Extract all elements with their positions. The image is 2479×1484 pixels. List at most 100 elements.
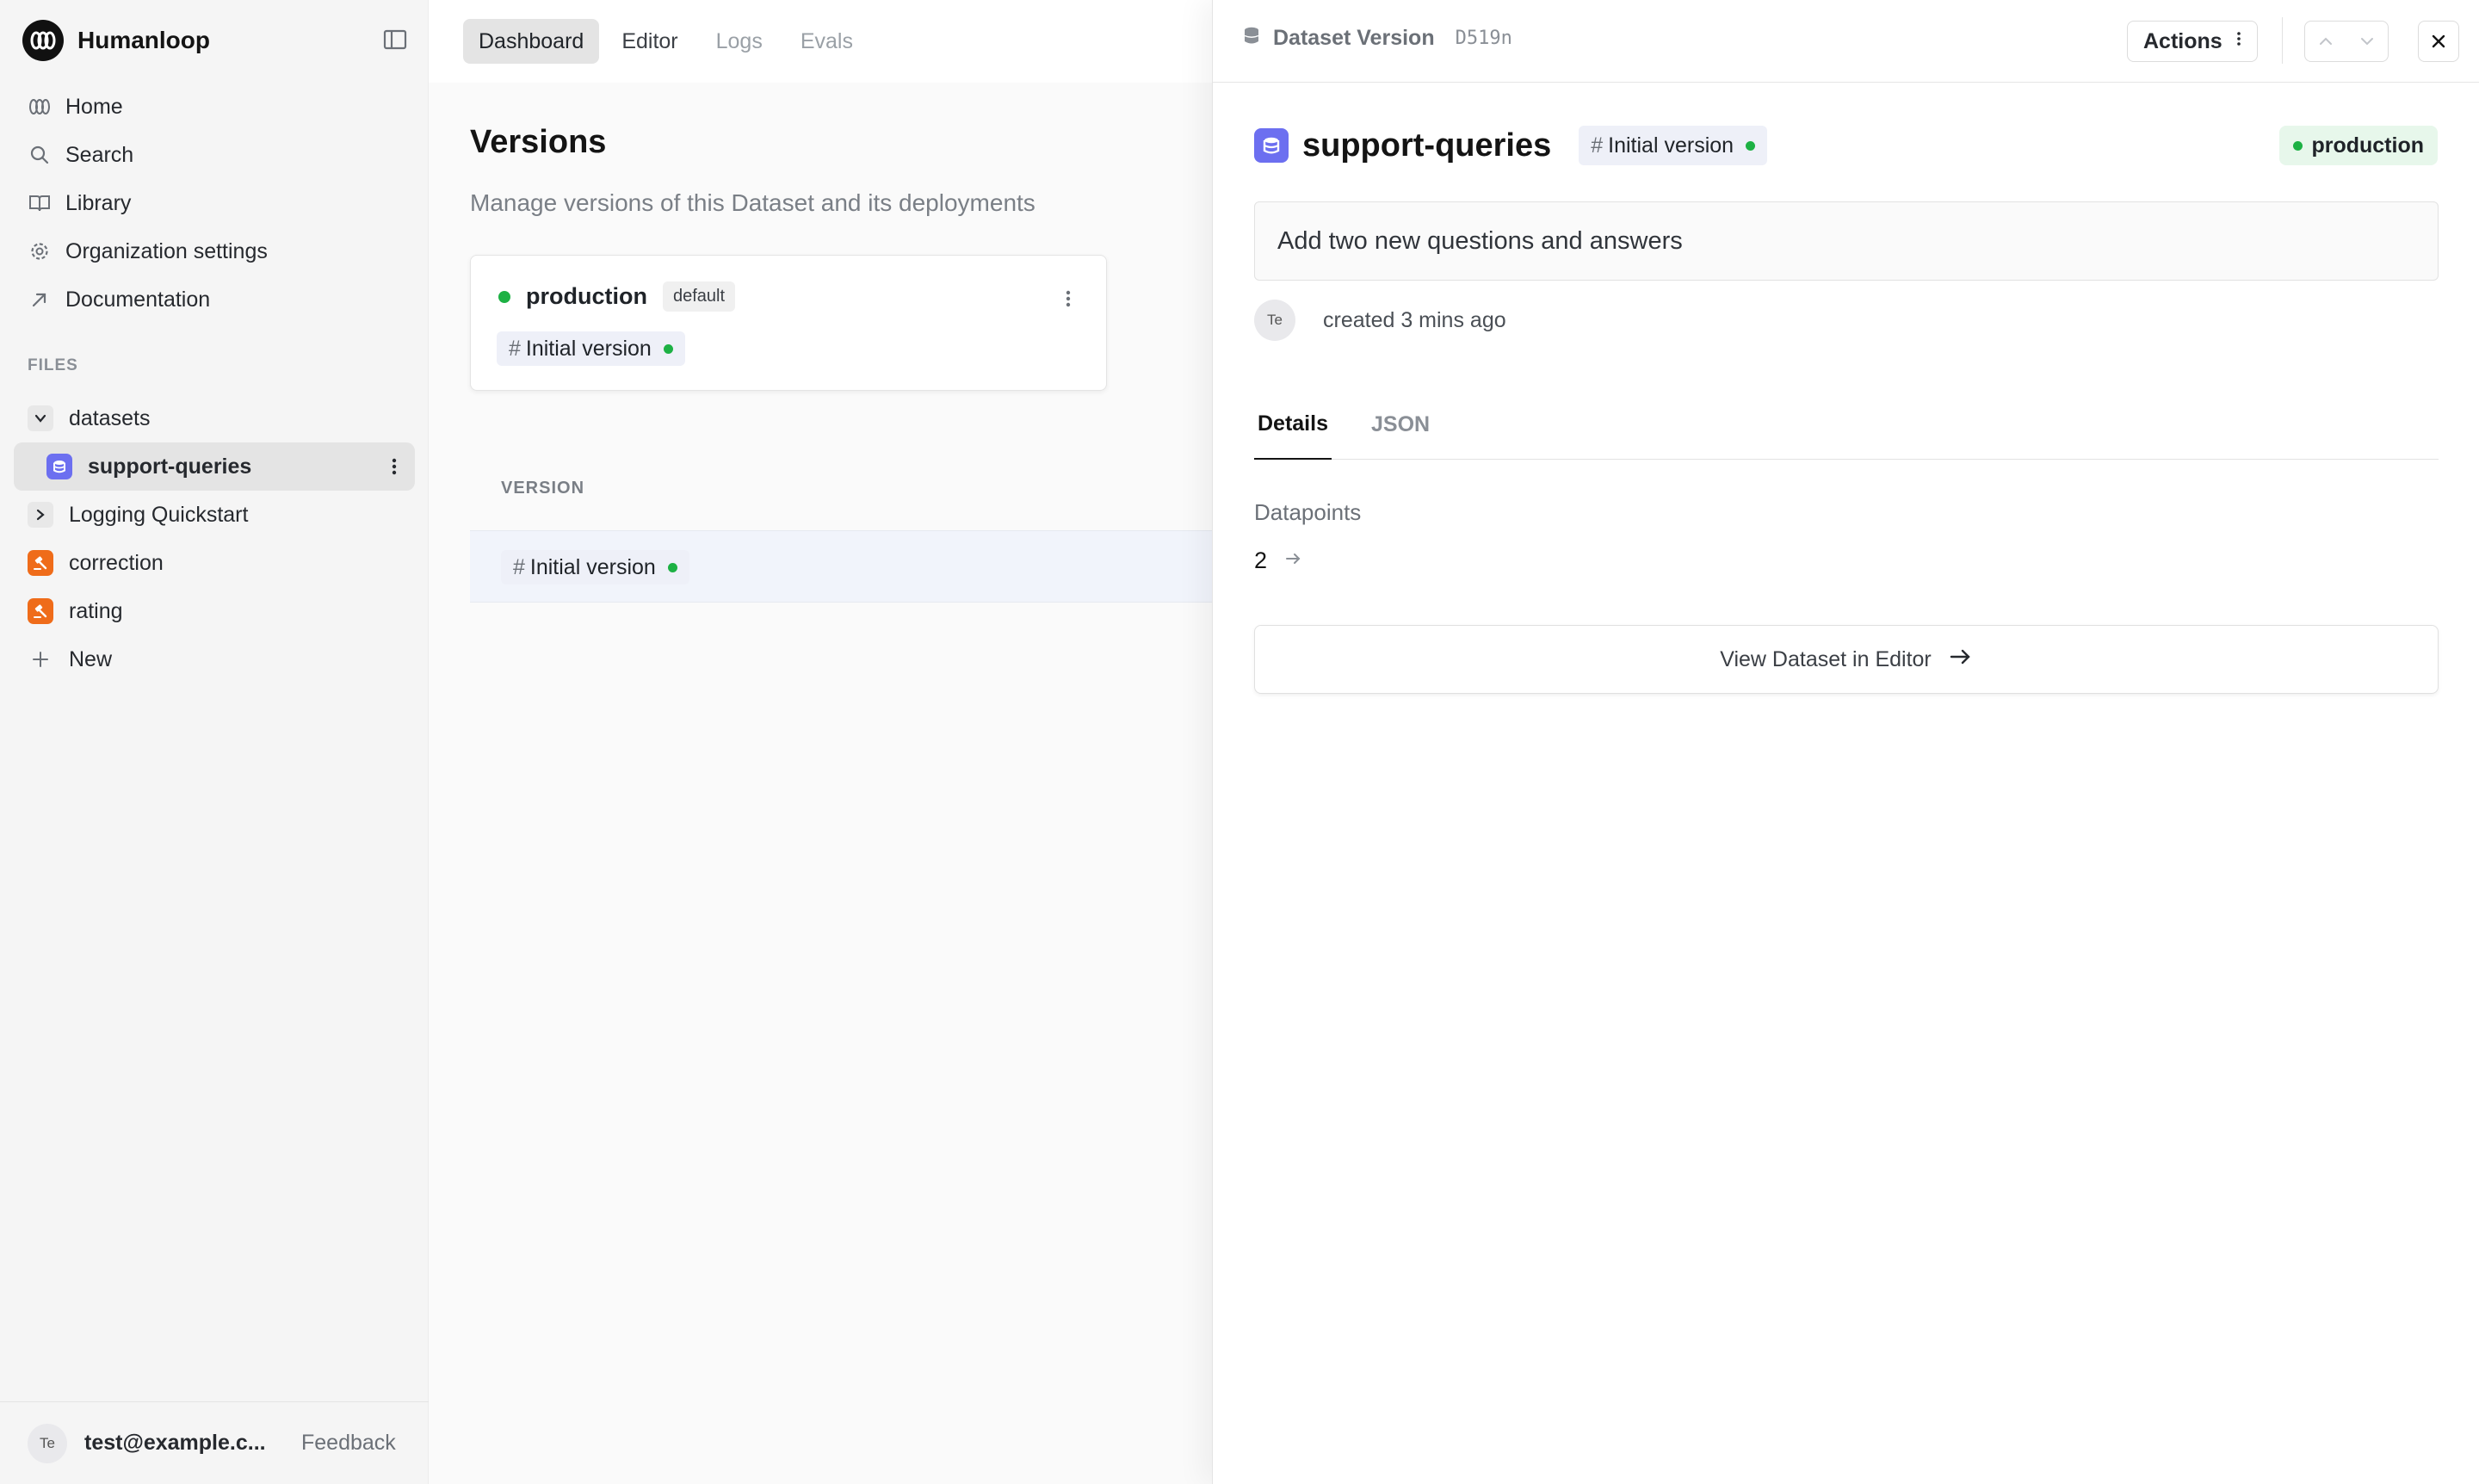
status-dot-icon <box>663 343 673 354</box>
version-chip-label: Initial version <box>1608 133 1734 158</box>
version-chip[interactable]: # Initial version <box>501 550 689 584</box>
version-drawer: Dataset Version D519n Actions support-qu… <box>1212 0 2479 1484</box>
status-dot-icon <box>498 290 510 303</box>
tree-item-new[interactable]: New <box>14 635 415 683</box>
status-dot-icon <box>1746 140 1756 151</box>
sidebar-footer: Te test@example.c... Feedback <box>0 1401 429 1484</box>
environment-badge-label: production <box>2311 133 2424 158</box>
tree-label-logging-quickstart: Logging Quickstart <box>69 502 249 527</box>
actions-button-label: Actions <box>2143 28 2222 53</box>
version-navigation <box>2304 21 2389 62</box>
dataset-icon <box>46 454 72 479</box>
version-chip-label: Initial version <box>529 554 656 579</box>
hash-icon: # <box>509 336 521 361</box>
external-link-icon <box>28 288 52 312</box>
nav-item-documentation[interactable]: Documentation <box>14 275 415 324</box>
tree-item-rating[interactable]: rating <box>14 587 415 635</box>
gear-icon <box>28 239 52 263</box>
chevron-down-icon[interactable] <box>2346 22 2388 61</box>
view-dataset-in-editor-button[interactable]: View Dataset in Editor <box>1254 625 2439 694</box>
evaluator-icon <box>28 598 53 624</box>
more-options-icon <box>2236 29 2241 54</box>
app-root: Humanloop Home Search Library Organizati… <box>0 0 2479 1484</box>
database-icon <box>1242 26 1261 51</box>
chevron-up-icon[interactable] <box>2305 22 2346 61</box>
status-dot-icon <box>667 562 677 572</box>
drawer-header: Dataset Version D519n Actions <box>1213 0 2479 83</box>
arrow-right-icon <box>1949 647 1973 672</box>
tree-item-correction[interactable]: correction <box>14 539 415 587</box>
tree-label-new: New <box>69 646 113 671</box>
collapse-sidebar-icon[interactable] <box>382 28 410 53</box>
nav-item-home[interactable]: Home <box>14 83 415 131</box>
version-chip-label: Initial version <box>525 336 652 361</box>
drawer-header-title: Dataset Version <box>1273 26 1435 50</box>
datapoints-label: Datapoints <box>1254 499 1362 525</box>
tab-logs[interactable]: Logs <box>701 19 778 64</box>
table-row[interactable]: # Initial version <box>470 530 1212 603</box>
drawer-title: support-queries <box>1302 127 1552 164</box>
sidebar: Humanloop Home Search Library Organizati… <box>0 0 429 1484</box>
table-column-header: VERSION <box>501 479 585 498</box>
nav-label-documentation: Documentation <box>65 287 211 312</box>
author-avatar: Te <box>1254 300 1295 341</box>
nav-item-library[interactable]: Library <box>14 179 415 227</box>
nav-item-search[interactable]: Search <box>14 131 415 179</box>
tree-item-datasets[interactable]: datasets <box>14 394 415 442</box>
environment-badge[interactable]: production <box>2279 126 2438 165</box>
files-section-label: FILES <box>28 356 78 374</box>
datapoints-link[interactable]: 2 <box>1254 547 1303 574</box>
file-tabs: Dashboard Editor Logs Evals <box>463 19 869 64</box>
tab-json[interactable]: JSON <box>1368 389 1433 460</box>
version-id[interactable]: D519n <box>1456 28 1512 49</box>
close-icon[interactable] <box>2418 21 2459 62</box>
nav-label-organization-settings: Organization settings <box>65 238 268 263</box>
tab-details[interactable]: Details <box>1254 389 1332 460</box>
user-avatar[interactable]: Te <box>28 1423 67 1463</box>
nav-label-search: Search <box>65 142 134 167</box>
deployment-card[interactable]: production default # Initial version <box>470 255 1107 391</box>
more-options-icon[interactable] <box>391 454 398 479</box>
nav-label-library: Library <box>65 190 132 215</box>
tree-item-support-queries[interactable]: support-queries <box>14 442 415 491</box>
header-divider <box>2282 17 2283 64</box>
file-tree: datasets support-queries Logging Quickst… <box>14 394 415 683</box>
actions-button[interactable]: Actions <box>2127 21 2258 62</box>
tree-item-logging-quickstart[interactable]: Logging Quickstart <box>14 491 415 539</box>
nav-item-organization-settings[interactable]: Organization settings <box>14 227 415 275</box>
hash-icon: # <box>513 554 525 579</box>
hash-icon: # <box>1591 133 1604 158</box>
tab-editor[interactable]: Editor <box>606 19 693 64</box>
search-icon <box>28 143 52 167</box>
home-icon <box>28 95 52 119</box>
chevron-right-icon[interactable] <box>28 502 53 528</box>
feedback-link[interactable]: Feedback <box>301 1431 396 1456</box>
deployment-header: production default <box>498 281 736 312</box>
version-chip[interactable]: # Initial version <box>1579 126 1768 165</box>
status-dot-icon <box>2293 140 2303 151</box>
commit-message: Add two new questions and answers <box>1254 201 2439 281</box>
more-options-icon[interactable] <box>1065 287 1072 315</box>
plus-icon <box>28 650 53 669</box>
tree-label-datasets: datasets <box>69 405 151 430</box>
arrow-right-icon <box>1284 552 1303 570</box>
page-title: Versions <box>470 124 607 160</box>
view-button-label: View Dataset in Editor <box>1720 646 1932 671</box>
chevron-down-icon[interactable] <box>28 405 53 431</box>
default-badge: default <box>662 281 736 312</box>
tree-label-rating: rating <box>69 598 123 623</box>
tree-label-support-queries: support-queries <box>88 454 252 479</box>
brand[interactable]: Humanloop <box>22 19 210 62</box>
version-chip[interactable]: # Initial version <box>497 331 685 366</box>
drawer-title-row: support-queries # Initial version <box>1254 126 1768 165</box>
datapoints-count: 2 <box>1254 547 1268 573</box>
dataset-icon <box>1254 128 1289 163</box>
tab-evals[interactable]: Evals <box>785 19 869 64</box>
user-email[interactable]: test@example.c... <box>84 1431 265 1456</box>
evaluator-icon <box>28 550 53 576</box>
humanloop-logo-icon <box>22 20 64 61</box>
page-subtitle: Manage versions of this Dataset and its … <box>470 189 1035 216</box>
tab-dashboard[interactable]: Dashboard <box>463 19 600 64</box>
environment-name: production <box>526 283 647 309</box>
versions-panel: Versions Manage versions of this Dataset… <box>429 83 1212 1484</box>
